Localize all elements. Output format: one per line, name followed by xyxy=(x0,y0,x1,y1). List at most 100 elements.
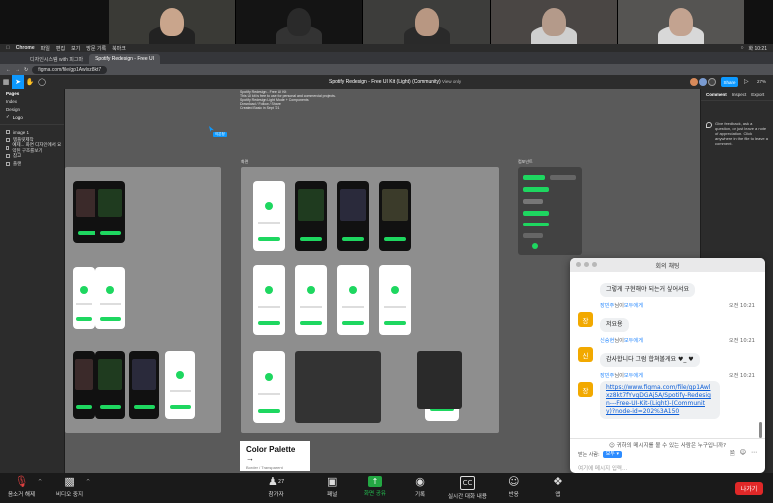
component-swatch[interactable] xyxy=(532,243,538,249)
phone-mockup[interactable] xyxy=(379,265,411,335)
unmute-button[interactable]: 🎙 음소거 해제 xyxy=(8,475,35,499)
browser-tab[interactable]: 디자인시스템 with 피그마 xyxy=(24,54,89,64)
phone-mockup[interactable] xyxy=(73,351,95,419)
phone-mockup[interactable] xyxy=(95,181,125,243)
menu-item-view[interactable]: 보기 xyxy=(71,45,80,52)
file-title[interactable]: Spotify Redesign - Free UI Kit (Light) (… xyxy=(329,79,441,85)
phone-mockup[interactable] xyxy=(253,351,285,423)
recipient-select[interactable]: 모두 ▾ xyxy=(602,450,622,458)
chevron-up-icon[interactable]: ^ xyxy=(38,479,42,485)
component-swatch[interactable] xyxy=(550,175,576,180)
figma-menu-icon[interactable]: ▦ xyxy=(0,75,12,89)
chat-message-input[interactable]: 여기에 메시지 입력... xyxy=(578,464,757,472)
content-card[interactable] xyxy=(417,351,462,409)
component-board[interactable] xyxy=(518,167,582,255)
comment-tool-icon[interactable]: ◯ xyxy=(36,75,48,89)
phone-mockup[interactable] xyxy=(95,267,125,329)
layer-item[interactable]: image 1 xyxy=(0,128,64,136)
menubar-clock[interactable]: 화 10:21 xyxy=(748,45,767,52)
component-swatch[interactable] xyxy=(523,199,543,204)
zoom-level[interactable]: 27% xyxy=(757,79,766,84)
page-item[interactable]: Design xyxy=(0,105,64,113)
phone-mockup[interactable] xyxy=(295,181,327,251)
phone-mockup[interactable] xyxy=(129,351,159,419)
reactions-button[interactable]: ☺ 반응 xyxy=(508,476,519,499)
file-icon[interactable]: 🗎 xyxy=(730,449,735,459)
tab-comment[interactable]: Comment xyxy=(706,92,727,97)
component-swatch[interactable] xyxy=(523,211,549,216)
tab-export[interactable]: Export xyxy=(751,92,764,97)
menu-item-file[interactable]: 파일 xyxy=(41,45,50,52)
live-transcript-button[interactable]: CC 실시간 대화 내용 xyxy=(448,476,487,500)
message-target[interactable]: 모두에게 xyxy=(624,372,643,379)
chat-scrollbar[interactable] xyxy=(759,422,762,438)
move-tool-icon[interactable]: ➤ xyxy=(12,75,24,89)
phone-mockup[interactable] xyxy=(73,267,95,329)
apps-button[interactable]: ❖ 앱 xyxy=(553,476,563,499)
apple-icon[interactable]:  xyxy=(6,45,10,51)
avatar[interactable] xyxy=(690,78,698,86)
chat-messages[interactable]: 그렇게 구현해야 되는거 싶어서요 장 장민주 님이 모두에게 오전 10:21 저요용 신… xyxy=(570,272,765,444)
play-icon[interactable]: ▷ xyxy=(744,78,749,85)
menu-item-edit[interactable]: 편집 xyxy=(56,45,65,52)
wifi-icon[interactable]: ○ xyxy=(740,45,743,52)
forward-icon[interactable]: → xyxy=(15,67,20,73)
reload-icon[interactable]: ↻ xyxy=(24,67,28,73)
component-swatch[interactable] xyxy=(523,175,545,180)
video-tile[interactable] xyxy=(617,0,745,44)
phone-mockup[interactable] xyxy=(337,265,369,335)
sender-name[interactable]: 장민주 xyxy=(600,302,614,309)
phone-mockup[interactable] xyxy=(253,265,285,335)
phone-mockup[interactable] xyxy=(95,351,125,419)
page-item[interactable]: Index xyxy=(0,97,64,105)
url-field[interactable]: figma.com/file/gp1Awlxz8kt7 xyxy=(32,65,108,74)
menubar-app[interactable]: Chrome xyxy=(16,45,35,51)
menu-item-bookmarks[interactable]: 북마크 xyxy=(112,45,126,52)
avatar[interactable] xyxy=(708,78,716,86)
component-swatch[interactable] xyxy=(523,223,549,226)
video-tile[interactable] xyxy=(363,0,490,44)
back-icon[interactable]: ← xyxy=(6,67,11,73)
sender-name[interactable]: 신승현 xyxy=(600,337,614,344)
video-tile[interactable] xyxy=(109,0,236,44)
layer-item[interactable]: 플랜 xyxy=(0,160,64,168)
page-item-selected[interactable]: ✓ Logo xyxy=(0,113,64,121)
message-target[interactable]: 모두에게 xyxy=(624,337,643,344)
chevron-up-icon[interactable]: ^ xyxy=(86,479,90,485)
component-swatch[interactable] xyxy=(523,187,549,192)
share-screen-button[interactable]: ↑ 화면 공유 xyxy=(364,476,386,497)
stop-video-button[interactable]: ▩ 비디오 중지 xyxy=(56,476,83,499)
menu-item-history[interactable]: 방문 기록 xyxy=(86,45,106,52)
video-tile[interactable] xyxy=(236,0,363,44)
panel-button[interactable]: ▣ 패널 xyxy=(327,476,337,499)
component-swatch[interactable] xyxy=(523,233,543,238)
message-target[interactable]: 모두에게 xyxy=(624,302,643,309)
avatar[interactable] xyxy=(699,78,707,86)
zoom-window-icon[interactable] xyxy=(592,262,597,267)
video-tile[interactable] xyxy=(490,0,617,44)
emoji-icon[interactable]: ☺ xyxy=(740,449,746,459)
record-button[interactable]: ◉ 기록 xyxy=(415,476,425,499)
sender-name[interactable]: 장민주 xyxy=(600,372,614,379)
close-window-icon[interactable] xyxy=(576,262,581,267)
phone-mockup[interactable] xyxy=(165,351,195,419)
content-card[interactable] xyxy=(295,351,381,423)
tab-inspect[interactable]: Inspect xyxy=(732,92,747,97)
chat-link[interactable]: https://www.figma.com/file/gp1Awlxz8kt7f… xyxy=(600,381,720,419)
layer-item[interactable]: 예제... 화면 디자인에서 요약된 구조를보기 xyxy=(0,142,64,153)
participants-button[interactable]: ♟27 참가자 xyxy=(268,476,284,499)
leave-button[interactable]: 나가기 xyxy=(735,482,763,495)
more-icon[interactable]: ⋯ xyxy=(751,449,757,459)
phone-mockup[interactable] xyxy=(379,181,411,251)
who-can-see-row[interactable]: ☺ 귀하의 메시지를 볼 수 있는 사람은 누구입니까? xyxy=(578,441,757,449)
phone-mockup[interactable] xyxy=(253,181,285,251)
album-art xyxy=(382,189,408,221)
phone-mockup[interactable] xyxy=(295,265,327,335)
browser-tab-active[interactable]: Spotify Redesign - Free UI xyxy=(89,54,160,64)
phone-mockup[interactable] xyxy=(337,181,369,251)
mic-muted-icon: 🎙 xyxy=(14,475,29,488)
hand-tool-icon[interactable]: ✋ xyxy=(24,75,36,89)
minimize-window-icon[interactable] xyxy=(584,262,589,267)
share-button[interactable]: Share xyxy=(721,77,738,87)
color-palette-card[interactable]: Color Palette → Border / Transparent xyxy=(240,441,310,471)
